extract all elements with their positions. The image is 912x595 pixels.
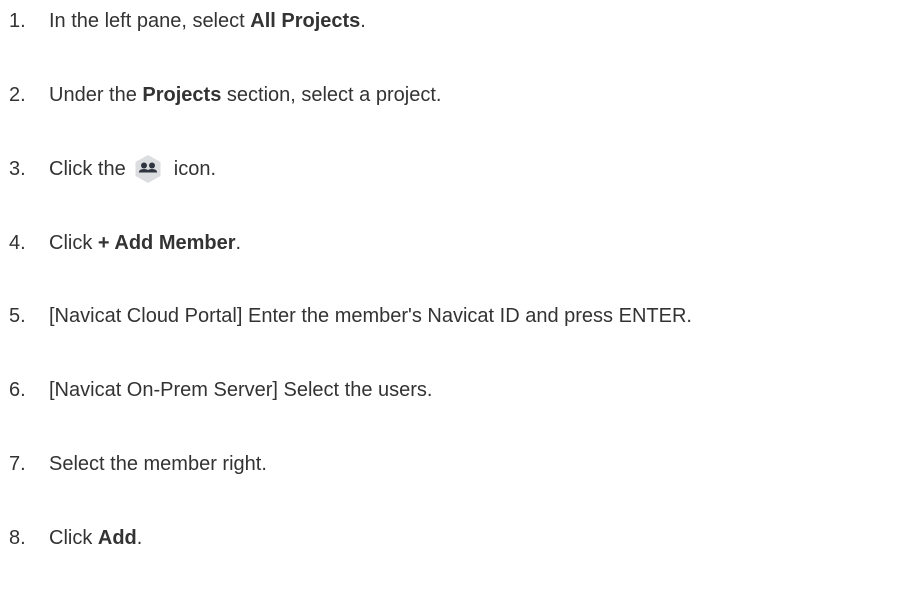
step-5: 5. [Navicat Cloud Portal] Enter the membe… (9, 296, 692, 336)
step-text-end: section, select a project. (221, 84, 442, 106)
step-emphasis: Projects (142, 84, 222, 106)
step-text: [Navicat On-Prem Server] Select the user… (49, 379, 433, 401)
step-text: In the left pane, select (49, 10, 251, 32)
step-number: 2. (9, 84, 26, 106)
step-4: 4. Click + Add Member. (9, 223, 241, 263)
step-number: 7. (9, 453, 26, 475)
step-text: Click (49, 527, 98, 549)
step-text: Click (49, 232, 98, 254)
step-number: 5. (9, 305, 26, 327)
step-7: 7. Select the member right. (9, 444, 267, 484)
step-number: 6. (9, 379, 26, 401)
step-6: 6. [Navicat On-Prem Server] Select the us… (9, 370, 432, 410)
step-number: 3. (9, 158, 26, 180)
step-number: 1. (9, 10, 26, 32)
step-emphasis: Add (97, 527, 137, 549)
step-text-end: . (360, 10, 366, 32)
step-2: 2. Under the Projects section, select a p… (9, 75, 441, 115)
step-text-end: . (136, 527, 143, 549)
step-text: Under the (49, 84, 143, 106)
step-text: Select the member right. (49, 453, 267, 475)
step-number: 4. (9, 232, 26, 254)
step-emphasis: All Projects (250, 10, 361, 32)
step-8: 8. Click Add. (9, 518, 142, 558)
step-3: 3. Click the icon. (9, 149, 216, 189)
step-emphasis: + Add Member (97, 232, 236, 254)
step-text-end: icon. (168, 158, 217, 180)
step-text: Click the (49, 158, 132, 180)
step-1: 1. In the left pane, select All Projects. (9, 1, 366, 41)
step-number: 8. (9, 527, 26, 549)
step-text-end: . (235, 232, 242, 254)
members-icon (133, 154, 163, 184)
step-text: [Navicat Cloud Portal] Enter the member'… (49, 305, 692, 327)
